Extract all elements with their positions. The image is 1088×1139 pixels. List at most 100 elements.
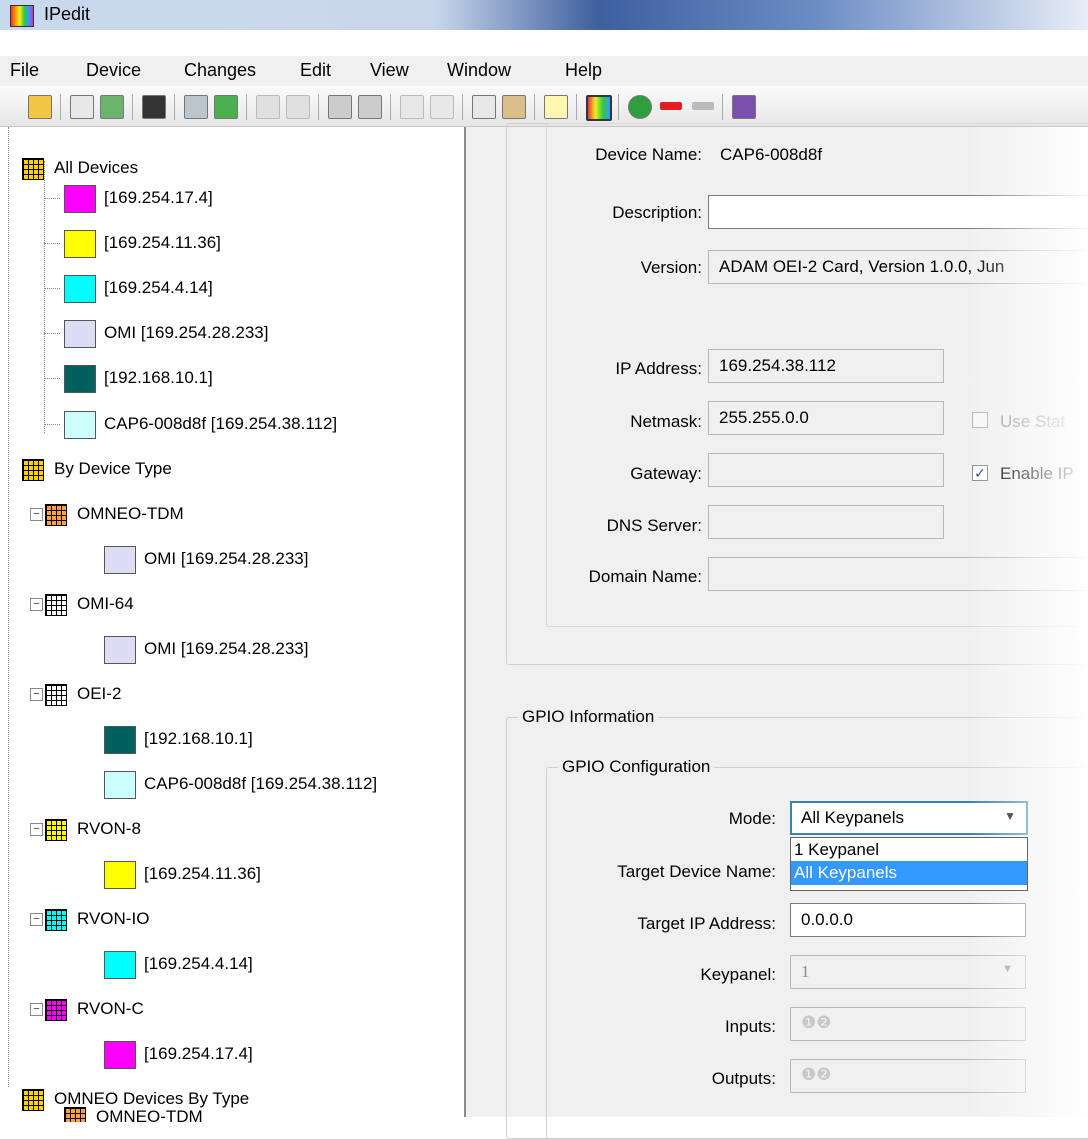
copy2-icon[interactable] <box>472 95 496 119</box>
tree-item[interactable]: [169.254.11.36] <box>104 855 261 893</box>
menu-view[interactable]: View <box>370 60 409 81</box>
grid-x-icon[interactable] <box>358 95 382 119</box>
back-icon[interactable] <box>660 102 682 110</box>
tree-item[interactable]: [192.168.10.1] <box>104 720 253 758</box>
enable-ip-label: Enable IP <box>1000 464 1074 483</box>
tree-group-rvon-io[interactable]: − RVON-IO <box>30 900 149 938</box>
refresh-icon[interactable] <box>628 95 652 119</box>
domain-name-field[interactable] <box>708 557 1088 591</box>
forward-icon[interactable] <box>692 102 714 110</box>
tree-item[interactable]: [169.254.4.14] <box>64 269 213 307</box>
discard-icon[interactable] <box>214 95 238 119</box>
mode-select-value: All Keypanels <box>801 808 905 827</box>
title-bar: IPedit <box>0 0 1088 30</box>
tree-item[interactable]: [169.254.17.4] <box>104 1035 253 1073</box>
device-color-swatch <box>64 410 96 439</box>
export-icon[interactable] <box>100 95 124 119</box>
toolbar-separator <box>462 94 463 120</box>
tree-item[interactable]: [169.254.17.4] <box>64 179 213 217</box>
toolbar-separator <box>390 94 391 120</box>
device-tree[interactable]: All Devices [169.254.17.4] [169.254.11.3… <box>0 127 466 1122</box>
enable-ip-checkbox[interactable]: ✓ <box>972 465 988 481</box>
use-static-checkbox[interactable] <box>972 412 988 428</box>
inputs-field: ❶❷ <box>790 1007 1026 1041</box>
collapse-icon[interactable]: − <box>30 508 43 522</box>
tree-connector <box>44 198 60 199</box>
tree-group-label: RVON-IO <box>77 909 150 928</box>
version-field: ADAM OEI-2 Card, Version 1.0.0, Jun <box>708 250 1088 284</box>
netmask-field[interactable]: 255.255.0.0 <box>708 401 944 435</box>
menu-file[interactable]: File <box>10 60 39 81</box>
menu-edit[interactable]: Edit <box>300 60 331 81</box>
mode-select[interactable]: All Keypanels ▼ <box>790 801 1028 835</box>
open-icon[interactable] <box>28 95 52 119</box>
tree-group-oei-2[interactable]: − OEI-2 <box>30 675 121 713</box>
book-icon[interactable] <box>732 95 756 119</box>
keypanel-select[interactable]: 1 ▼ <box>790 955 1026 989</box>
device-color-swatch <box>64 184 96 213</box>
collapse-icon[interactable]: − <box>30 688 43 702</box>
grid-icon <box>45 593 67 616</box>
palette-icon[interactable] <box>586 95 612 121</box>
menu-window[interactable]: Window <box>447 60 511 81</box>
description-input[interactable] <box>708 195 1088 229</box>
inputs-label: Inputs: <box>724 1017 776 1036</box>
save-icon[interactable] <box>142 95 166 119</box>
tree-item[interactable]: [192.168.10.1] <box>64 359 213 397</box>
collapse-icon[interactable]: − <box>30 1003 43 1017</box>
tree-item-label: OMI [169.254.28.233] <box>144 549 309 568</box>
tree-item-label: [169.254.17.4] <box>104 188 213 207</box>
apply-icon[interactable] <box>184 95 208 119</box>
tree-group-omi-64[interactable]: − OMI-64 <box>30 585 134 623</box>
gateway-field[interactable] <box>708 453 944 487</box>
tree-item[interactable]: [169.254.11.36] <box>64 224 221 262</box>
tree-node-by-device-type[interactable]: By Device Type <box>22 450 172 488</box>
tree-group-omneo-tdm[interactable]: − OMNEO-TDM <box>30 495 184 533</box>
copy-icon[interactable] <box>70 95 94 119</box>
toolbar-separator <box>618 94 619 120</box>
target-ip-input[interactable]: 0.0.0.0 <box>790 903 1026 937</box>
ip-address-field[interactable]: 169.254.38.112 <box>708 349 944 383</box>
tree-group-rvon-8[interactable]: − RVON-8 <box>30 810 141 848</box>
chevron-down-icon: ▼ <box>1002 963 1013 975</box>
device-name-value: CAP6-008d8f <box>720 145 823 164</box>
check-icon[interactable] <box>544 95 568 119</box>
tree-item[interactable]: CAP6-008d8f [169.254.38.112] <box>64 405 337 443</box>
redo-icon[interactable] <box>430 95 454 119</box>
tree-group-rvon-c[interactable]: − RVON-C <box>30 990 144 1028</box>
tree-item[interactable]: OMI [169.254.28.233] <box>64 314 268 352</box>
tree-item-partial[interactable]: OMNEO-TDM <box>64 1102 203 1122</box>
mode-option-1-keypanel[interactable]: 1 Keypanel <box>791 838 1027 861</box>
arrow-icon[interactable] <box>256 95 280 119</box>
tree-item-label: [169.254.17.4] <box>144 1044 253 1063</box>
mode-option-all-keypanels[interactable]: All Keypanels <box>791 861 1027 885</box>
toolbar-separator <box>174 94 175 120</box>
collapse-icon[interactable]: − <box>30 598 43 612</box>
menu-help[interactable]: Help <box>565 60 602 81</box>
tree-item[interactable]: [169.254.4.14] <box>104 945 253 983</box>
menu-device[interactable]: Device <box>86 60 141 81</box>
tree-item-label: [192.168.10.1] <box>144 729 253 748</box>
toolbar-separator <box>576 94 577 120</box>
outputs-label: Outputs: <box>711 1069 776 1088</box>
menu-changes[interactable]: Changes <box>184 60 256 81</box>
device-color-swatch <box>64 229 96 258</box>
tree-item[interactable]: OMI [169.254.28.233] <box>104 630 308 668</box>
paste-icon[interactable] <box>502 95 526 119</box>
tree-item-label: CAP6-008d8f [169.254.38.112] <box>104 414 338 433</box>
mode-label: Mode: <box>728 809 776 828</box>
description-label: Description: <box>612 203 702 222</box>
grid-icon[interactable] <box>328 95 352 119</box>
tree-item[interactable]: OMI [169.254.28.233] <box>104 540 308 578</box>
grid-icon <box>45 683 67 706</box>
undo-icon[interactable] <box>400 95 424 119</box>
collapse-icon[interactable]: − <box>30 913 43 927</box>
tree-item[interactable]: CAP6-008d8f [169.254.38.112] <box>104 765 377 803</box>
dns-server-field[interactable] <box>708 505 944 539</box>
tree-item-label: OMI [169.254.28.233] <box>144 639 309 658</box>
device-color-swatch <box>104 725 136 754</box>
tree-connector <box>44 288 60 289</box>
cancel-icon[interactable] <box>286 95 310 119</box>
device-color-swatch <box>64 319 96 348</box>
collapse-icon[interactable]: − <box>30 823 43 837</box>
